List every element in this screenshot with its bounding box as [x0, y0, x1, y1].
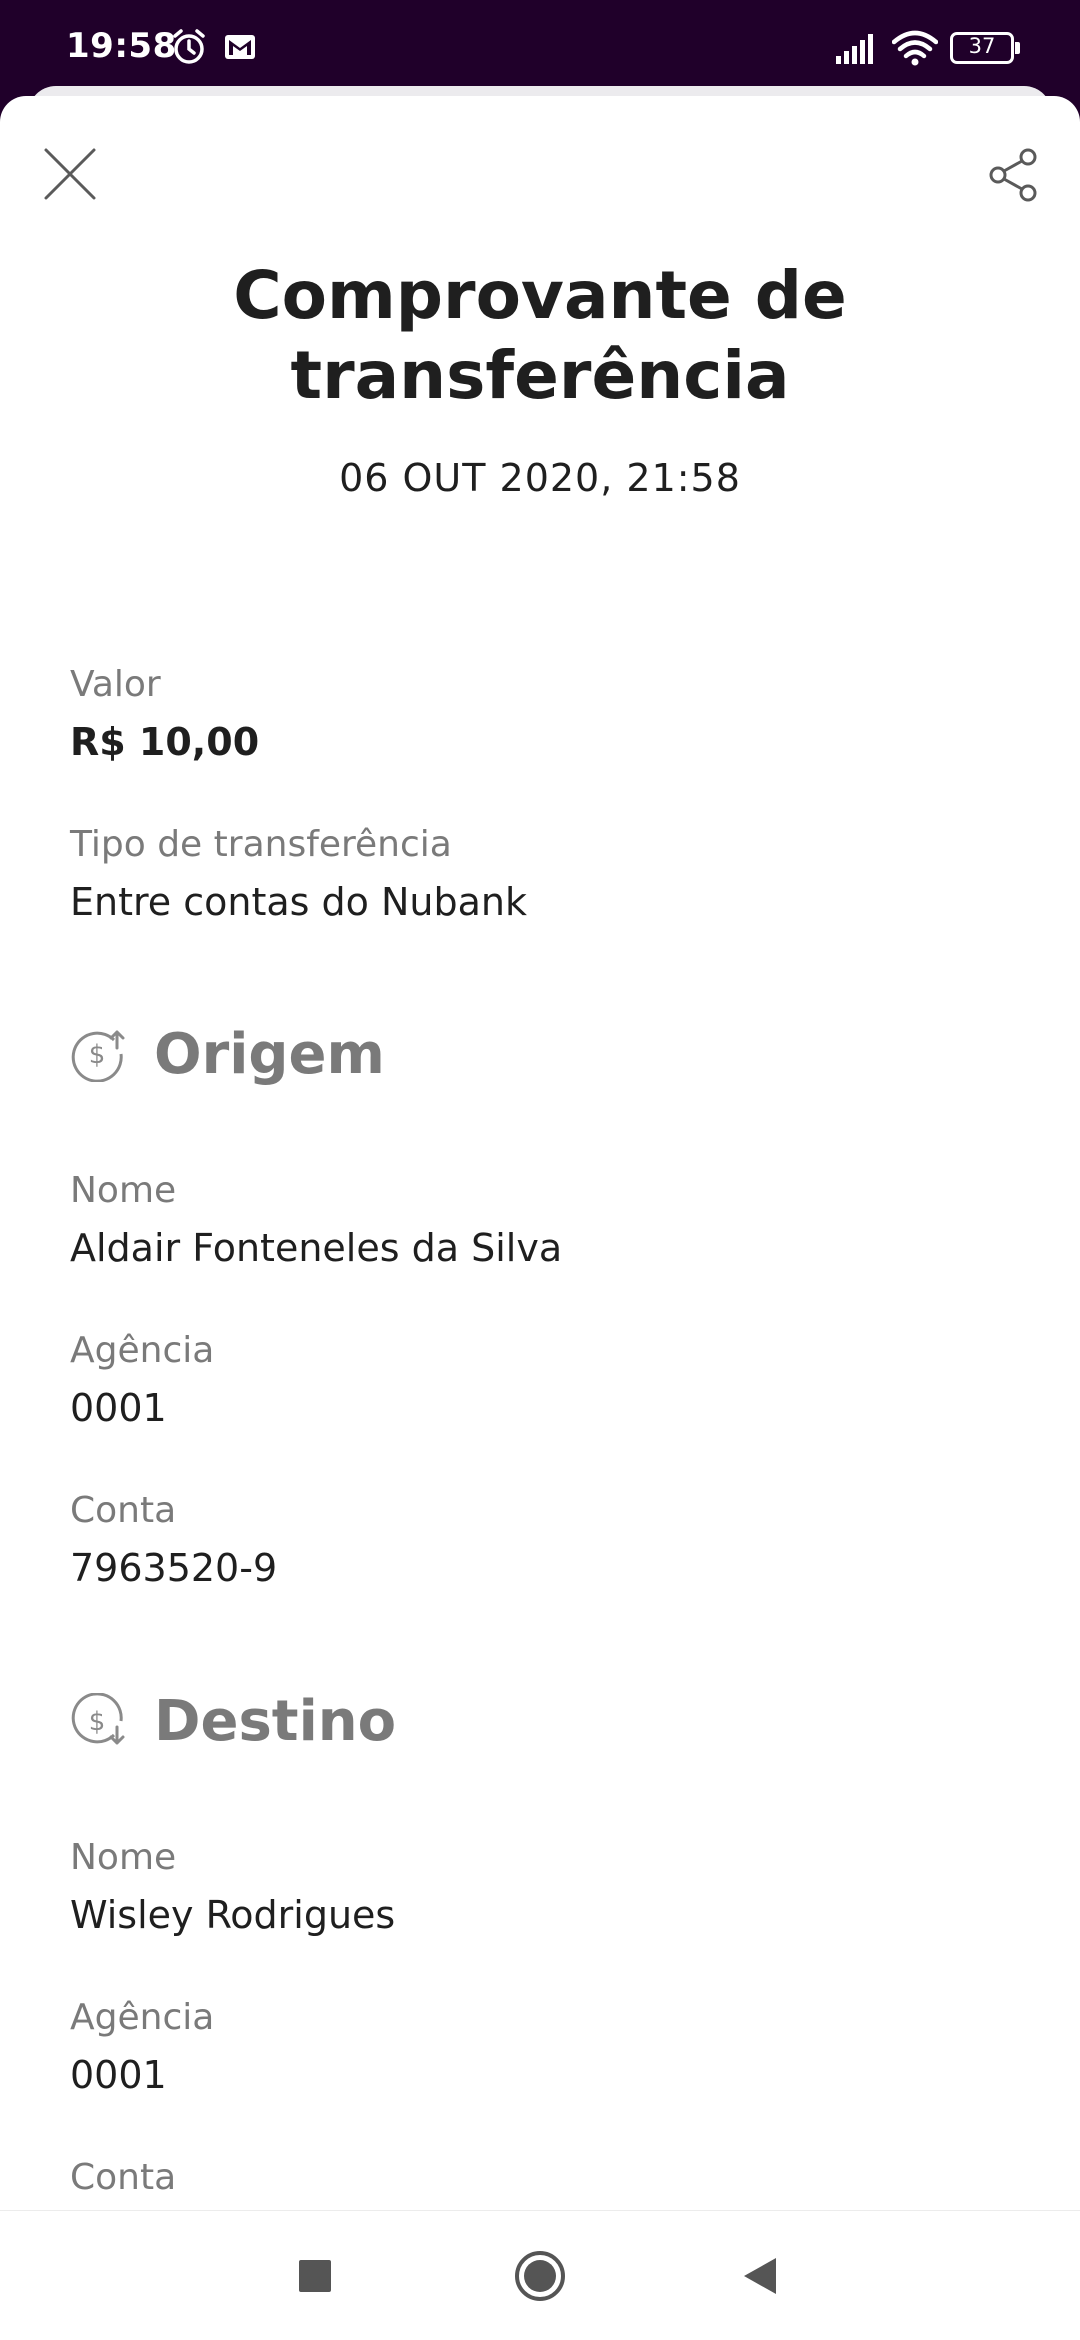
share-icon[interactable] [988, 148, 1042, 202]
destino-agencia-value: 0001 [70, 2053, 167, 2097]
origem-agencia-value: 0001 [70, 1386, 167, 1430]
destino-title: Destino [154, 1688, 397, 1754]
tipo-value: Entre contas do Nubank [70, 880, 527, 924]
back-icon[interactable] [740, 2255, 780, 2297]
status-bar: 19:58 37 [0, 0, 1080, 96]
origem-conta-value: 7963520-9 [70, 1546, 278, 1590]
valor-value: R$ 10,00 [70, 720, 260, 764]
valor-label: Valor [70, 664, 161, 705]
status-time: 19:58 [66, 26, 177, 66]
wifi-icon [892, 30, 938, 66]
page-title: Comprovante de transferência [0, 256, 1080, 416]
svg-text:$: $ [89, 1040, 106, 1070]
money-out-icon: $ [71, 1030, 125, 1082]
destino-section-header: $ Destino [70, 1686, 396, 1756]
title-line-2: transferência [290, 337, 790, 414]
origem-nome-value: Aldair Fonteneles da Silva [70, 1226, 563, 1270]
origem-nome-label: Nome [70, 1170, 177, 1211]
destino-nome-label: Nome [70, 1837, 177, 1878]
transfer-date: 06 OUT 2020, 21:58 [339, 456, 741, 500]
title-line-1: Comprovante de [233, 257, 847, 334]
origem-agencia-label: Agência [70, 1330, 215, 1371]
battery-icon: 37 [950, 32, 1020, 64]
destino-conta-label: Conta [70, 2157, 177, 2198]
home-icon[interactable] [513, 2249, 567, 2303]
close-icon[interactable] [40, 144, 100, 204]
origem-title: Origem [154, 1021, 385, 1087]
money-in-icon: $ [71, 1693, 125, 1745]
system-nav-bar [0, 2210, 1080, 2340]
signal-icon [836, 34, 873, 64]
svg-text:$: $ [89, 1707, 106, 1737]
alarm-icon [173, 29, 205, 64]
recents-icon[interactable] [296, 2257, 334, 2295]
origem-section-header: $ Origem [70, 1019, 385, 1089]
battery-level: 37 [968, 34, 996, 58]
tipo-label: Tipo de transferência [70, 824, 452, 865]
origem-conta-label: Conta [70, 1490, 177, 1531]
destino-nome-value: Wisley Rodrigues [70, 1893, 396, 1937]
destino-agencia-label: Agência [70, 1997, 215, 2038]
gmail-icon [225, 35, 255, 59]
receipt-sheet: Comprovante de transferência 06 OUT 2020… [0, 96, 1080, 2210]
